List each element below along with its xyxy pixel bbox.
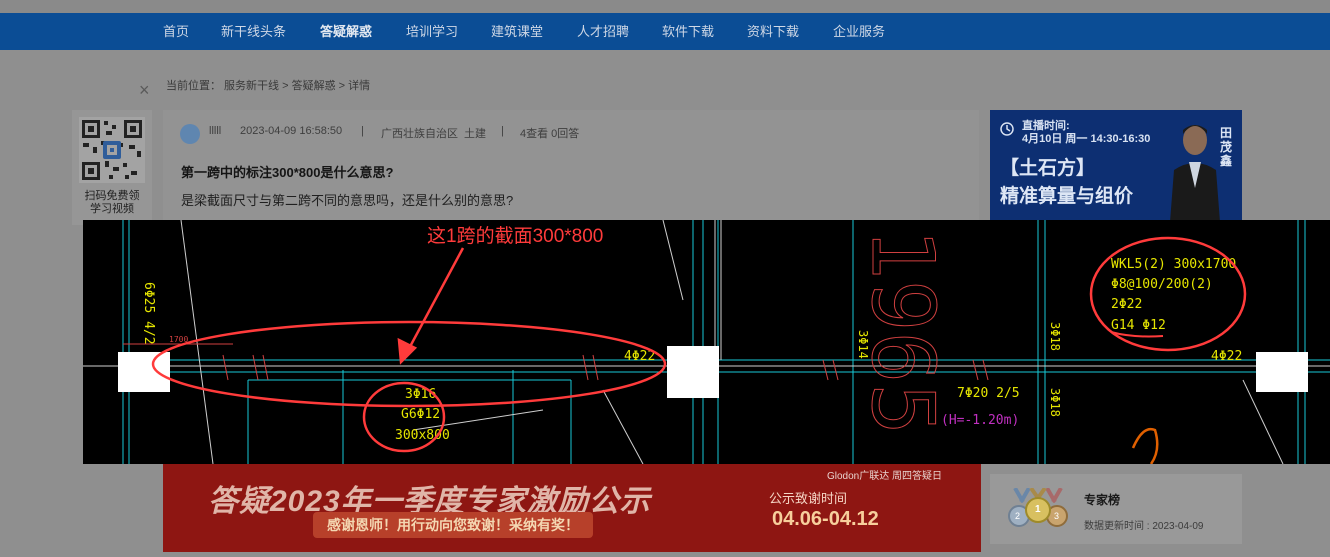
qr-code-icon [79,117,145,183]
breadcrumb: 当前位置： 服务新干线 > 答疑解惑 > 详情 [166,80,371,92]
nav-item-jobs[interactable]: 人才招聘 [577,13,629,50]
qr-caption: 扫码免费领 学习视频 [84,190,140,215]
nav-item-enterprise[interactable]: 企业服务 [833,13,885,50]
meta-separator: | [361,125,364,137]
nav-item-materials[interactable]: 资料下载 [747,13,799,50]
cad-drawing[interactable]: 1700 6Φ25 4/2 3Φ14 3Φ18 3Φ18 1965 4Φ22 4… [83,220,1330,464]
presenter-photo [1170,125,1220,222]
question-category: 土建 [464,128,486,140]
cad-beam-line2: Φ8@100/200(2) [1111,277,1213,292]
banner-date-label: 公示致谢时间 [769,491,848,506]
cad-big-number: 1965 [852,228,952,435]
nav-item-classroom[interactable]: 建筑课堂 [491,13,543,50]
nav-item-qa[interactable]: 答疑解惑 [320,13,372,50]
clock-icon [1000,122,1014,136]
cad-beam-line1: WKL5(2) 300x1700 [1111,257,1236,272]
question-user[interactable]: lllll [209,125,221,137]
annotation-scribble [1131,427,1159,464]
cad-vertical-label-right1: 3Φ18 [1048,322,1062,351]
close-icon[interactable]: × [139,79,150,101]
main-nav: 首页 新干线头条 答疑解惑 培训学习 建筑课堂 人才招聘 软件下载 资料下载 企… [0,13,1330,50]
top-strip [0,0,1330,13]
medal-rank-3: 3 [1054,511,1060,521]
question-title: 第一跨中的标注300*800是什么意思? [181,165,394,180]
expert-title: 专家榜 [1084,493,1121,507]
question-datetime: 2023-04-09 16:58:50 [240,125,343,137]
qr-panel: 扫码免费领 学习视频 [72,110,152,225]
cad-vertical-label-left: 6Φ25 4/2 [141,282,156,345]
nav-item-training[interactable]: 培训学习 [406,13,458,50]
banner-logo: Glodon广联达 周四答疑日 [827,471,943,482]
expert-ranking[interactable]: 2 1 3 专家榜 数据更新时间 : 2023-04-09 [990,474,1242,544]
cad-beam-line3: 2Φ22 [1111,297,1142,312]
presenter-name: 田茂鑫 [1220,126,1233,168]
expert-update-time: 数据更新时间 : 2023-04-09 [1084,521,1204,532]
question-stats: 4查看 0回答 [520,128,580,140]
cad-bottom-rebar: 7Φ20 2/5 [957,386,1020,401]
live-title: 【土石方】 精准算量与组价 [1000,158,1134,207]
live-time: 直播时间: 4月10日 周一 14:30-16:30 [1022,120,1151,145]
cad-elevation: (H=-1.20m) [941,413,1019,428]
cad-span-line1: 3Φ16 [405,387,436,402]
medal-rank-1: 1 [1035,504,1041,515]
cad-vertical-label-right2: 3Φ18 [1048,388,1062,417]
question-body: 是梁截面尺寸与第二跨不同的意思吗，还是什么别的意思? [181,193,514,208]
cad-column-left [118,352,170,392]
banner-subtitle: 感谢恩师！用行动向您致谢！采纳有奖！ [313,512,593,538]
cad-beam-line4: G14 Φ12 [1111,318,1166,333]
nav-item-headlines[interactable]: 新干线头条 [221,13,286,50]
cad-column-mid [667,346,719,398]
banner-dates: 04.06-04.12 [772,508,879,530]
cad-annotation-text: 这1跨的截面300*800 [427,225,603,247]
promo-banner[interactable]: Glodon广联达 周四答疑日 答疑2023年一季度专家激励公示 感谢恩师！用行… [163,464,981,552]
avatar[interactable] [180,124,200,144]
nav-item-home[interactable]: 首页 [163,13,189,50]
live-stream-ad[interactable]: 直播时间: 4月10日 周一 14:30-16:30 【土石方】 精准算量与组价… [990,110,1242,222]
nav-item-software[interactable]: 软件下载 [662,13,714,50]
question-region: 广西壮族自治区 [381,128,458,140]
meta-separator: | [501,125,504,137]
cad-span-line2: G6Φ12 [401,407,440,422]
medal-rank-2: 2 [1015,511,1021,521]
cad-right-rebar: 4Φ22 [1211,349,1242,364]
cad-column-right [1256,352,1308,392]
annotation-arrow [397,247,465,365]
